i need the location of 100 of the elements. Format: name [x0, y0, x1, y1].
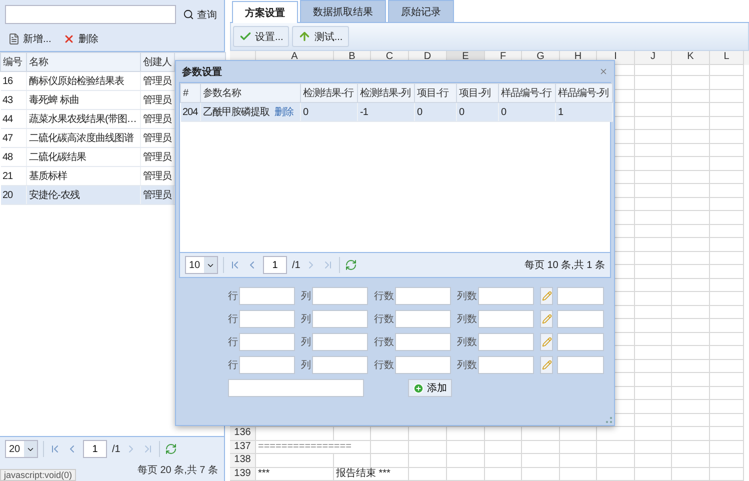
edit-button[interactable] — [540, 310, 553, 328]
sheet-cell[interactable] — [635, 468, 672, 481]
sheet-cell[interactable] — [409, 468, 447, 481]
input-field[interactable] — [557, 287, 604, 305]
sheet-cell[interactable] — [710, 157, 744, 170]
sheet-cell[interactable] — [672, 440, 710, 454]
sheet-cell[interactable] — [409, 454, 447, 468]
input-field[interactable] — [239, 287, 295, 305]
page-size-select[interactable]: 20 — [5, 440, 38, 458]
sheet-cell[interactable]: 报告结束 *** — [334, 468, 409, 481]
sheet-cell[interactable] — [447, 454, 485, 468]
sheet-cell[interactable] — [672, 346, 710, 360]
sheet-cell[interactable] — [485, 454, 522, 468]
edit-button[interactable] — [540, 356, 553, 374]
sheet-cell[interactable] — [672, 292, 710, 306]
sheet-cell[interactable] — [672, 252, 710, 265]
column-header[interactable]: 名称 — [26, 52, 140, 72]
sheet-cell[interactable] — [560, 440, 597, 454]
sheet-cell[interactable] — [635, 170, 672, 184]
column-header[interactable]: 样品编号-列 — [556, 84, 612, 102]
sheet-cell[interactable] — [672, 184, 710, 198]
sheet-cell[interactable] — [635, 306, 672, 319]
sheet-cell[interactable] — [710, 265, 744, 278]
row-number[interactable]: 138 — [230, 454, 256, 468]
sheet-cell[interactable] — [256, 427, 334, 440]
sheet-cell[interactable] — [256, 454, 334, 468]
sheet-cell[interactable] — [371, 440, 409, 454]
sheet-cell[interactable] — [710, 454, 744, 468]
input-field[interactable] — [395, 310, 451, 328]
sheet-cell[interactable] — [710, 440, 744, 454]
input-field[interactable] — [239, 356, 295, 374]
sheet-cell[interactable] — [447, 468, 485, 481]
sheet-cell[interactable] — [710, 427, 744, 440]
sheet-cell[interactable] — [635, 386, 672, 400]
add-button[interactable]: 新增... — [5, 30, 54, 48]
sheet-cell[interactable] — [635, 211, 672, 224]
sheet-cell[interactable] — [597, 440, 635, 454]
sheet-cell[interactable] — [635, 252, 672, 265]
sheet-cell[interactable] — [597, 427, 635, 440]
sheet-cell[interactable] — [635, 292, 672, 306]
sheet-cell[interactable] — [597, 454, 635, 468]
column-header[interactable]: 参数名称 — [200, 84, 300, 102]
sheet-cell[interactable] — [560, 468, 597, 481]
sheet-cell[interactable] — [672, 198, 710, 211]
sheet-cell[interactable] — [672, 116, 710, 130]
sheet-cell[interactable] — [672, 76, 710, 90]
sheet-cell[interactable] — [710, 103, 744, 116]
input-field[interactable] — [478, 333, 534, 351]
sheet-cell[interactable] — [672, 306, 710, 319]
column-header[interactable]: 创建人 — [140, 52, 174, 72]
sheet-cell[interactable] — [672, 454, 710, 468]
input-field[interactable] — [557, 310, 604, 328]
sheet-cell[interactable] — [635, 454, 672, 468]
sheet-cell[interactable] — [710, 76, 744, 90]
page-input[interactable]: 1 — [263, 256, 287, 274]
sheet-cell[interactable] — [710, 373, 744, 386]
column-header[interactable]: 项目-行 — [414, 84, 456, 102]
column-header[interactable]: 项目-列 — [456, 84, 498, 102]
sheet-cell[interactable] — [672, 427, 710, 440]
sheet-cell[interactable] — [334, 454, 371, 468]
sheet-cell[interactable] — [635, 414, 672, 427]
sheet-cell[interactable]: ================ — [256, 440, 371, 454]
sheet-cell[interactable] — [672, 468, 710, 481]
sheet-cell[interactable] — [710, 306, 744, 319]
input-field[interactable] — [395, 333, 451, 351]
input-field[interactable] — [312, 356, 368, 374]
sheet-cell[interactable] — [710, 252, 744, 265]
sheet-cell[interactable] — [710, 130, 744, 144]
sheet-cell[interactable] — [635, 157, 672, 170]
first-page-icon[interactable] — [49, 443, 61, 455]
sheet-cell[interactable] — [635, 224, 672, 238]
input-field[interactable] — [557, 356, 604, 374]
sheet-cell[interactable] — [672, 265, 710, 278]
settings-button[interactable]: 设置... — [233, 26, 290, 47]
sheet-cell[interactable] — [710, 64, 744, 76]
sheet-cell[interactable] — [672, 157, 710, 170]
sheet-cell[interactable] — [409, 427, 447, 440]
input-field[interactable] — [478, 356, 534, 374]
sheet-cell[interactable] — [710, 278, 744, 292]
sheet-cell[interactable] — [672, 278, 710, 292]
sheet-cell[interactable] — [710, 386, 744, 400]
sheet-cell[interactable] — [371, 454, 409, 468]
input-field[interactable] — [239, 310, 295, 328]
refresh-icon[interactable] — [165, 443, 178, 455]
sheet-cell[interactable] — [672, 64, 710, 76]
column-header[interactable]: 检测结果-行 — [300, 84, 358, 102]
sheet-cell[interactable] — [710, 211, 744, 224]
sheet-cell[interactable] — [672, 238, 710, 252]
sheet-cell[interactable] — [447, 440, 485, 454]
input-field[interactable] — [395, 287, 451, 305]
tab[interactable]: 数据抓取结果 — [300, 0, 386, 22]
sheet-cell[interactable] — [485, 468, 522, 481]
sheet-cell[interactable] — [485, 427, 522, 440]
input-field[interactable] — [478, 310, 534, 328]
edit-button[interactable] — [540, 333, 553, 351]
sheet-cell[interactable] — [635, 130, 672, 144]
sheet-cell[interactable] — [710, 116, 744, 130]
sheet-cell[interactable] — [635, 332, 672, 346]
sheet-cell[interactable] — [710, 224, 744, 238]
sheet-cell[interactable] — [672, 130, 710, 144]
